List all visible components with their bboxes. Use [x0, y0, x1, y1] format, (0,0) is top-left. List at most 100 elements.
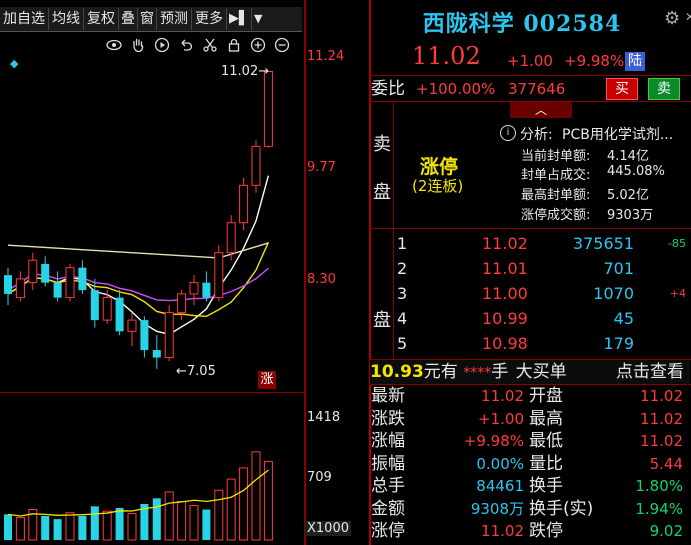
chart-separator [0, 392, 304, 393]
stat-label: 量比 [529, 453, 563, 474]
add-watchlist-button[interactable]: 加自选 [0, 8, 49, 30]
stat-value: 11.02 [481, 522, 524, 540]
sell-side-label: 卖 [373, 134, 391, 155]
stat-label: 开盘 [529, 386, 563, 406]
big-order-label: 大买单 [515, 362, 567, 382]
forecast-button[interactable]: 预测 [157, 8, 192, 30]
volume-bar [202, 509, 211, 540]
candle-body [164, 312, 174, 359]
candle-body [177, 293, 187, 314]
sell-button[interactable]: 卖 [648, 78, 680, 100]
sell-side-label-2: 盘 [373, 182, 391, 203]
stat-label: 振幅 [371, 453, 405, 474]
volume-bar [226, 478, 236, 541]
level-volume: 45 [613, 309, 634, 328]
volume-bar [251, 451, 261, 541]
price-axis [304, 0, 306, 545]
volume-bar [78, 515, 87, 540]
volume-tick-mid: 709 [307, 470, 332, 485]
stat-label: 涨幅 [371, 431, 405, 451]
candle-body [202, 282, 211, 298]
seal-stat-label: 最高封单额: [521, 188, 591, 203]
level-volume: 1070 [593, 284, 634, 303]
candle-body [239, 184, 249, 224]
analysis-text[interactable]: PCB用化学试剂... [562, 124, 673, 144]
moving-average-button[interactable]: 均线 [49, 8, 84, 30]
level-change: +4 [669, 287, 686, 300]
close-icon[interactable]: ✕ [685, 10, 691, 24]
stat-value: +9.98% [463, 432, 524, 450]
stats-row: 涨跌 +1.00 最高 11.02 [371, 408, 689, 430]
stats-row: 涨幅 +9.98% 最低 11.02 [371, 430, 689, 452]
volume-bar [239, 467, 249, 541]
divider [369, 228, 691, 229]
dropdown-icon[interactable]: ▼ [252, 8, 264, 30]
seal-stat-value: 5.02亿 [607, 188, 649, 203]
stats-row: 总手 84461 换手 1.80% [371, 475, 689, 497]
price-tick-high: 11.24 [307, 49, 345, 64]
buy-level-row[interactable]: 5 10.98 179 [394, 333, 690, 355]
buy-button[interactable]: 买 [606, 78, 638, 100]
info-icon[interactable]: i [500, 125, 516, 141]
level-volume: 701 [603, 259, 634, 278]
volume-bar [189, 505, 199, 541]
collapse-chevron-icon[interactable]: ︿ [510, 102, 572, 118]
candle-body [102, 297, 112, 321]
settings-gear-icon[interactable]: ⚙ [664, 8, 680, 29]
seal-stat-label: 封单占成交: [521, 168, 591, 183]
volume-bar [4, 514, 12, 540]
volume-bar [41, 515, 50, 540]
overlay-button[interactable]: 叠 [119, 8, 138, 30]
stat-value: 0.00% [476, 454, 524, 473]
connect-badge: 陆 [625, 52, 645, 71]
stat-label: 涨跌 [371, 408, 405, 429]
view-details-link[interactable]: 点击查看 [616, 360, 684, 384]
volume-bar [102, 510, 112, 541]
level-change: -85 [668, 237, 686, 250]
seal-stat-value: 445.08% [607, 164, 665, 179]
stats-row: 振幅 0.00% 量比 5.44 [371, 453, 689, 475]
stat-value: 1.94% [635, 499, 683, 518]
divider [369, 75, 691, 76]
volume-bar [214, 489, 224, 541]
price-tick-low: 8.30 [307, 272, 336, 287]
low-price-label: ←7.05 [176, 364, 216, 379]
expand-icon[interactable]: ▶▌ [227, 8, 252, 30]
more-button[interactable]: 更多 [192, 8, 227, 30]
stat-label: 换手 [529, 476, 563, 496]
big-order-text: 元有 [423, 362, 458, 382]
seal-stat-label: 当前封单额: [521, 149, 591, 164]
stat-value: 9308万 [470, 499, 524, 518]
volume-bar [15, 517, 25, 541]
stat-label: 金额 [371, 498, 405, 519]
level-price: 10.99 [482, 309, 528, 328]
buy-level-row[interactable]: 2 11.01 701 [394, 258, 690, 280]
stat-label: 最低 [529, 431, 563, 451]
buy-level-row[interactable]: 3 11.00 1070 +4 [394, 283, 690, 305]
stat-value: +1.00 [478, 409, 524, 428]
candlestick-chart[interactable] [0, 35, 304, 390]
last-price: 11.02 [412, 42, 481, 70]
candle-body [53, 282, 62, 298]
buy-level-row[interactable]: 1 11.02 375651 -85 [394, 233, 690, 255]
adjust-button[interactable]: 复权 [84, 8, 119, 30]
seal-stat-label: 涨停成交额: [521, 208, 591, 223]
stat-value: 1.80% [635, 477, 683, 495]
window-button[interactable]: 窗 [138, 8, 157, 30]
big-order-row[interactable]: 10.93元有 ****手 大买单 点击查看 [370, 360, 690, 384]
stock-quote-window: 加自选 均线 复权 叠 窗 预测 更多 ▶▌ ▼ ◆ 11.02→ ←7.05 … [0, 0, 691, 545]
level-price: 10.98 [482, 334, 528, 353]
stock-code: 002584 [523, 11, 622, 37]
level-volume: 375651 [572, 234, 634, 253]
stats-row: 最新 11.02 开盘 11.02 [371, 385, 689, 407]
price-change-pct: +9.98% [564, 52, 625, 70]
level-number: 3 [397, 284, 408, 303]
level-number: 5 [397, 334, 408, 353]
buy-level-row[interactable]: 4 10.99 45 [394, 308, 690, 330]
seal-stat-value: 9303万 [607, 208, 654, 223]
stat-value: 84461 [476, 477, 524, 495]
candle-body [28, 259, 38, 284]
stat-value: 11.02 [640, 409, 683, 428]
stat-value: 11.02 [640, 387, 683, 405]
volume-chart[interactable] [0, 395, 304, 545]
